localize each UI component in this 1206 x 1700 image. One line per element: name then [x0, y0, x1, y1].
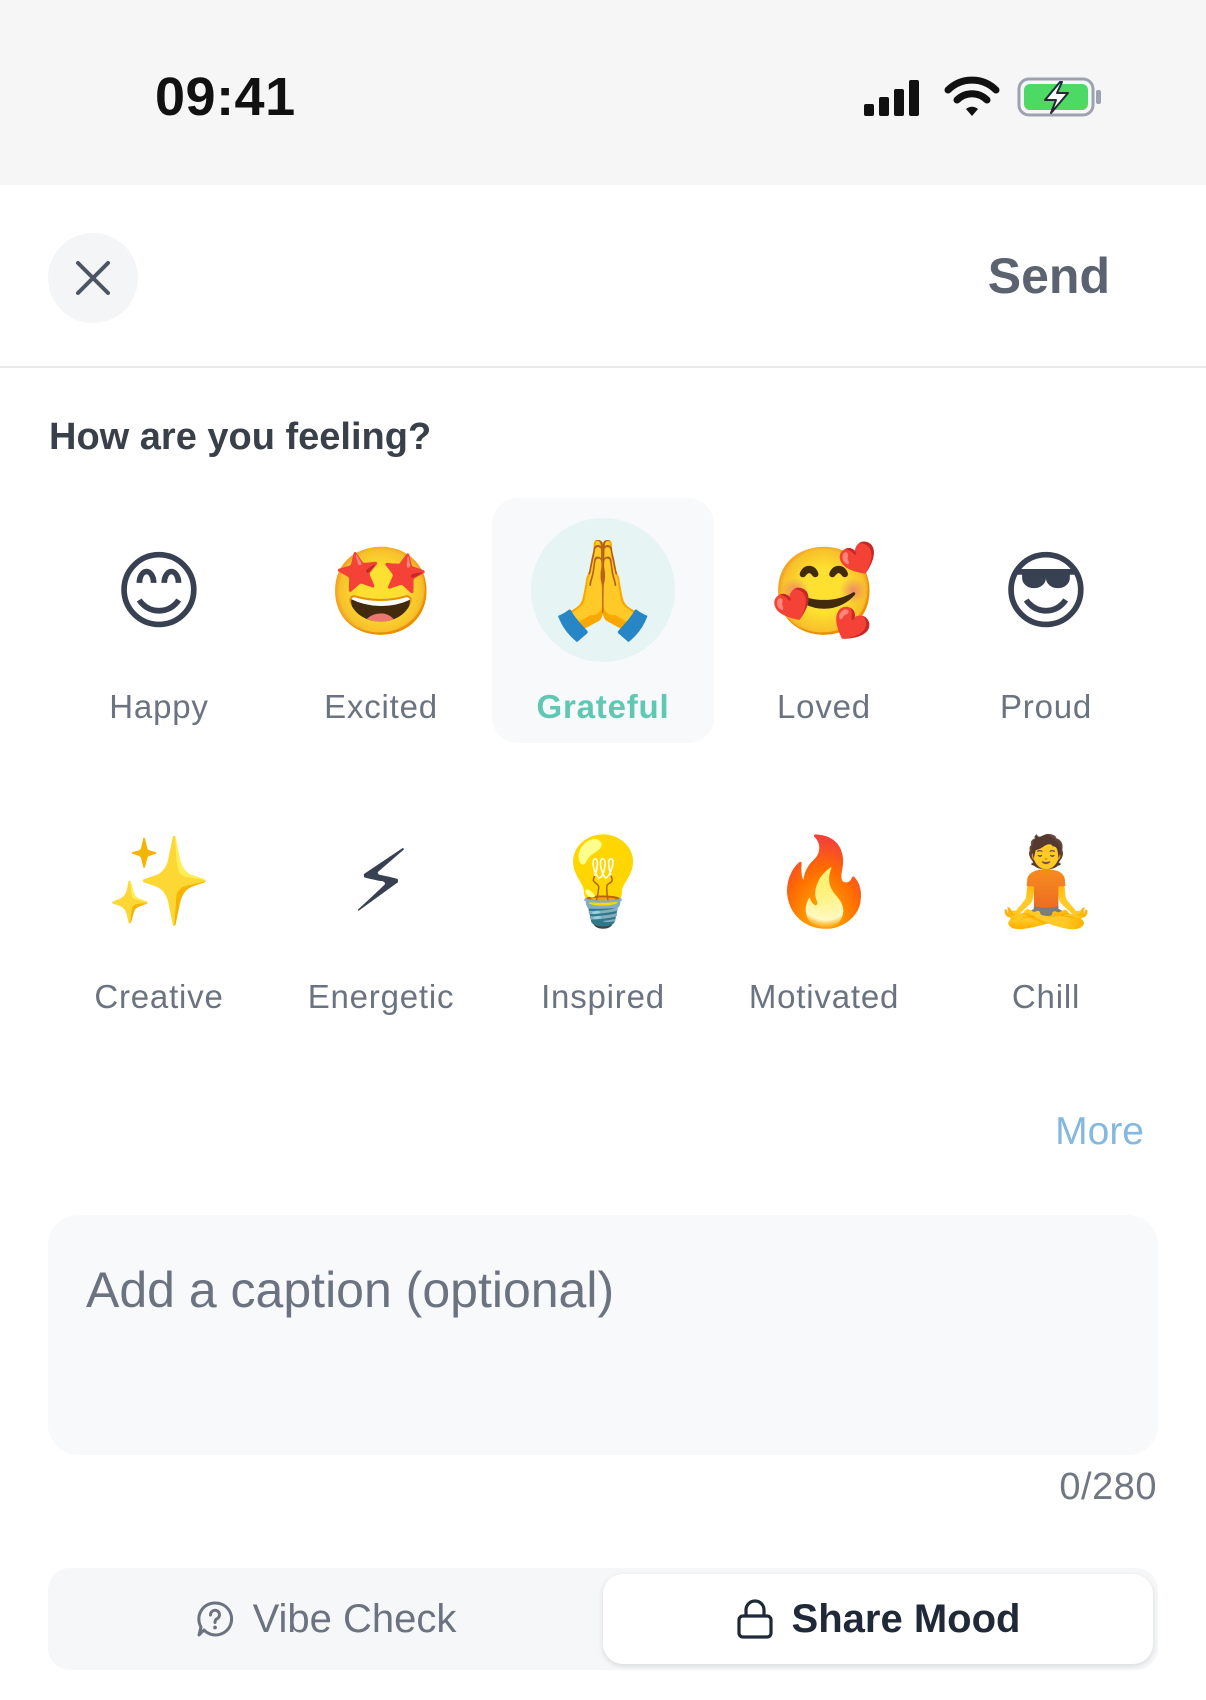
signal-icon — [864, 80, 919, 116]
mood-option-chill[interactable]: 🧘 Chill — [935, 790, 1157, 1035]
tab-vibe-check[interactable]: Vibe Check — [48, 1574, 603, 1664]
mood-option-energetic[interactable]: ⚡ Energetic — [270, 790, 492, 1035]
wifi-icon — [944, 76, 1000, 116]
close-icon — [76, 261, 110, 295]
caption-input[interactable] — [86, 1255, 1116, 1325]
mode-segmented-control: Vibe Check Share Mood — [48, 1568, 1158, 1670]
tab-share-mood[interactable]: Share Mood — [603, 1574, 1153, 1664]
status-time: 09:41 — [155, 67, 296, 127]
mood-label: Happy — [109, 688, 209, 725]
mood-option-proud[interactable]: 😎 Proud — [935, 498, 1157, 743]
mood-label: Motivated — [748, 978, 900, 1015]
fire-icon: 🔥 — [770, 834, 878, 930]
star-eyes-face-icon: 🤩 — [327, 544, 435, 640]
mood-emoji-circle: ⚡ — [309, 810, 453, 954]
sunglasses-face-icon: 😎 — [1001, 544, 1091, 640]
mood-option-happy[interactable]: 😊 Happy — [48, 498, 270, 743]
chat-question-icon — [196, 1601, 233, 1637]
mood-label: Creative — [94, 978, 224, 1015]
composer-header: Send — [0, 185, 1206, 368]
mood-option-motivated[interactable]: 🔥 Motivated — [713, 790, 935, 1035]
tab-vibe-check-label: Vibe Check — [252, 1596, 457, 1641]
light-bulb-icon: 💡 — [549, 834, 657, 930]
mood-emoji-circle: 🧘 — [974, 810, 1118, 954]
mood-emoji-circle: 😎 — [974, 520, 1118, 664]
mood-label: Excited — [324, 688, 438, 725]
send-button[interactable]: Send — [988, 247, 1110, 305]
mood-option-inspired[interactable]: 💡 Inspired — [492, 790, 714, 1035]
mood-label: Proud — [999, 688, 1093, 725]
caption-field-container[interactable] — [48, 1215, 1158, 1455]
status-bar: 09:41 — [0, 0, 1206, 185]
caption-char-count: 0/280 — [1059, 1466, 1157, 1508]
mood-label: Loved — [777, 688, 871, 725]
smiling-face-hearts-icon: 🥰 — [770, 544, 878, 640]
mood-composer-screen: 09:41 Send How are you feeling? 😊 Happy … — [0, 0, 1206, 1700]
mood-emoji-circle: 🙏 — [531, 518, 675, 662]
mood-emoji-circle: 🥰 — [752, 520, 896, 664]
mood-label: Grateful — [536, 688, 670, 725]
mood-emoji-circle: 🔥 — [752, 810, 896, 954]
mood-emoji-circle: 💡 — [531, 810, 675, 954]
feeling-prompt: How are you feeling? — [49, 416, 432, 458]
battery-charging-icon — [1017, 77, 1101, 117]
mood-option-excited[interactable]: 🤩 Excited — [270, 498, 492, 743]
mood-option-grateful[interactable]: 🙏 Grateful — [492, 498, 714, 743]
sparkles-icon: ✨ — [105, 834, 213, 930]
happy-face-icon: 😊 — [114, 544, 204, 640]
mood-option-loved[interactable]: 🥰 Loved — [713, 498, 935, 743]
mood-emoji-circle: 🤩 — [309, 520, 453, 664]
mood-emoji-circle: ✨ — [87, 810, 231, 954]
tab-share-mood-label: Share Mood — [791, 1596, 1021, 1641]
mood-label: Inspired — [541, 978, 665, 1015]
lightning-bolt-icon: ⚡ — [350, 834, 412, 930]
more-moods-link[interactable]: More — [1055, 1110, 1144, 1154]
praying-hands-icon: 🙏 — [543, 536, 663, 643]
mood-option-creative[interactable]: ✨ Creative — [48, 790, 270, 1035]
mood-label: Energetic — [307, 978, 455, 1015]
mood-label: Chill — [1011, 978, 1081, 1015]
lock-icon — [736, 1599, 773, 1639]
meditation-icon: 🧘 — [992, 834, 1100, 930]
mood-emoji-circle: 😊 — [87, 520, 231, 664]
close-button[interactable] — [48, 233, 138, 323]
